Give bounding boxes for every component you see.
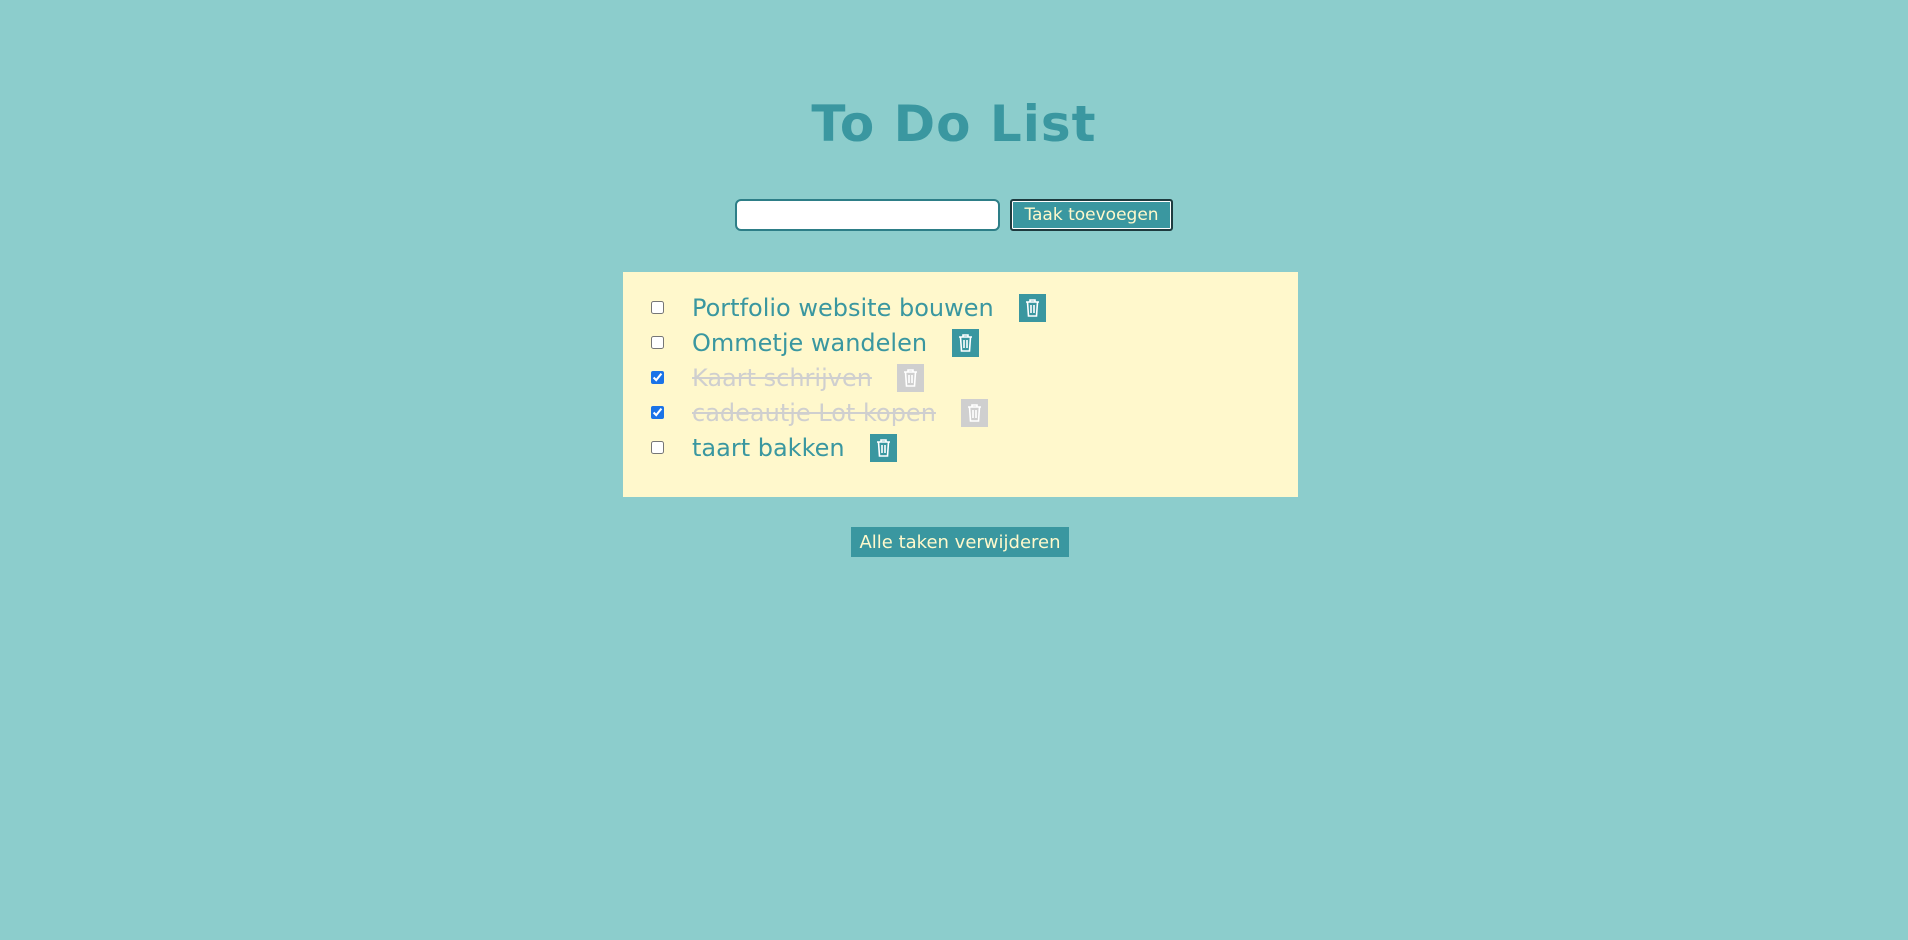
- task-item: Ommetje wandelen: [651, 325, 980, 360]
- add-task-button[interactable]: Taak toevoegen: [1010, 199, 1173, 231]
- delete-task-button[interactable]: [960, 398, 988, 427]
- add-task-form: Taak toevoegen: [735, 197, 1173, 233]
- task-item: taart bakken: [651, 430, 897, 465]
- delete-task-button[interactable]: [896, 363, 924, 392]
- task-item: Portfolio website bouwen: [651, 290, 1046, 325]
- task-list: Portfolio website bouwen Ommetje wandele…: [623, 272, 1298, 497]
- task-label: Portfolio website bouwen: [692, 293, 994, 322]
- task-checkbox[interactable]: [651, 336, 664, 349]
- task-item: cadeautje Lot kopen: [651, 395, 988, 430]
- delete-task-button[interactable]: [869, 433, 897, 462]
- delete-task-button[interactable]: [1018, 293, 1046, 322]
- task-label: Ommetje wandelen: [692, 328, 928, 357]
- task-checkbox[interactable]: [651, 371, 664, 384]
- task-item: Kaart schrijven: [651, 360, 924, 395]
- task-label: cadeautje Lot kopen: [692, 398, 936, 427]
- page-title: To Do List: [811, 95, 1097, 153]
- todo-page: To Do List Taak toevoegen Portfolio webs…: [0, 0, 1908, 940]
- trash-icon: [876, 438, 890, 457]
- trash-icon: [903, 368, 917, 387]
- clear-all-button[interactable]: Alle taken verwijderen: [851, 527, 1069, 557]
- trash-icon: [959, 333, 973, 352]
- trash-icon: [1025, 298, 1039, 317]
- task-checkbox[interactable]: [651, 441, 664, 454]
- task-checkbox[interactable]: [651, 406, 664, 419]
- task-label: Kaart schrijven: [692, 363, 872, 392]
- task-input[interactable]: [735, 199, 1000, 231]
- task-label: taart bakken: [692, 433, 845, 462]
- trash-icon: [967, 403, 981, 422]
- delete-task-button[interactable]: [952, 328, 980, 357]
- task-checkbox[interactable]: [651, 301, 664, 314]
